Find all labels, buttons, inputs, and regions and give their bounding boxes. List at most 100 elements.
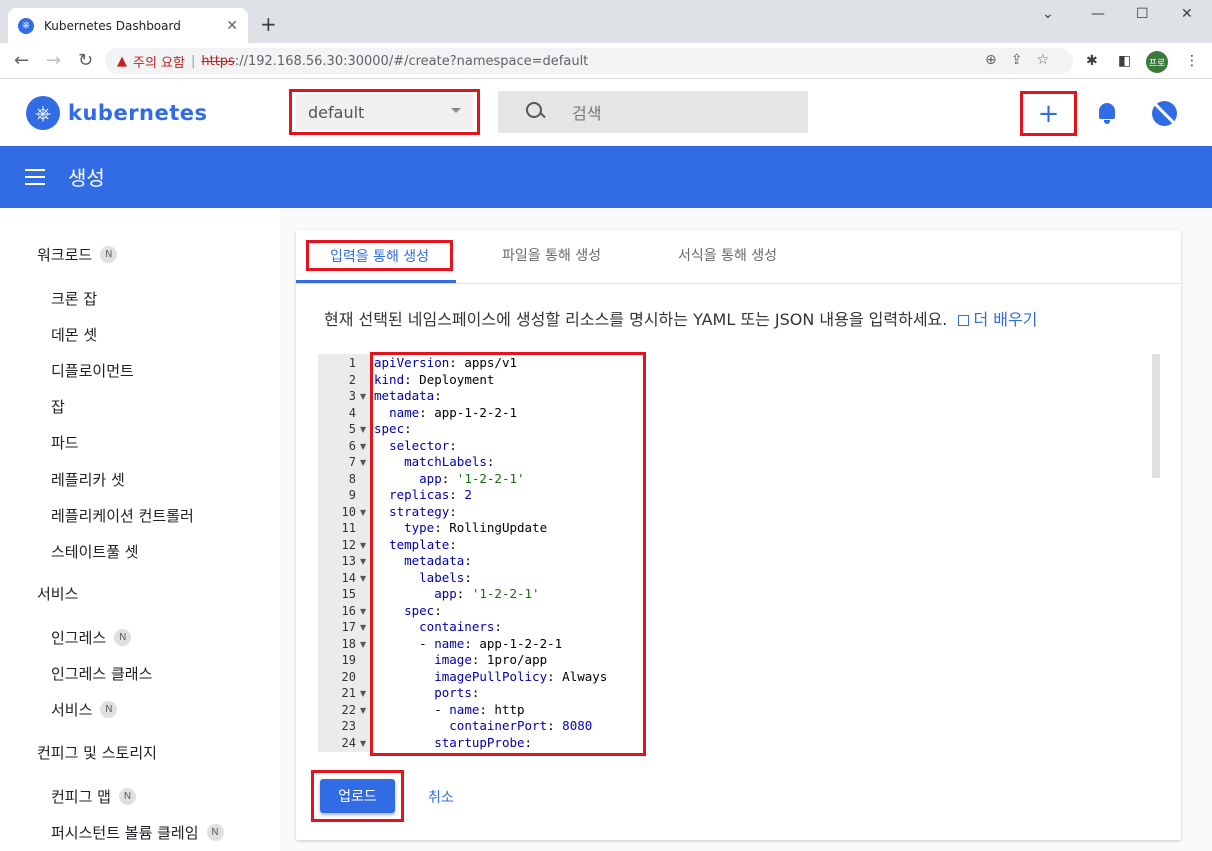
fold-arrow-icon[interactable]: ▼: [360, 623, 366, 632]
sidebar-item-cronjobs[interactable]: 크론 잡: [51, 288, 97, 309]
browser-tab-title: Kubernetes Dashboard: [44, 18, 181, 33]
browser-tab-bar: ⎈ Kubernetes Dashboard ✕ + ⌄ — ☐ ✕: [0, 0, 1212, 43]
fold-arrow-icon[interactable]: ▼: [360, 541, 366, 550]
url-scheme: https: [201, 53, 235, 69]
sidebar-item-label: 크론 잡: [51, 290, 98, 308]
section-label: 컨피그 및 스토리지: [37, 744, 157, 762]
browser-tab[interactable]: ⎈ Kubernetes Dashboard ✕: [8, 8, 248, 43]
line-number: 8: [348, 471, 356, 486]
line-number: 2: [348, 372, 356, 387]
side-panel-icon[interactable]: ◧: [1118, 53, 1131, 69]
sidebar-item-label: 퍼시스턴트 볼륨 클레임: [51, 824, 199, 842]
url-separator: |: [190, 53, 196, 69]
kubernetes-logo[interactable]: ⎈ kubernetes: [26, 96, 208, 130]
sidebar-item-label: 레플리케이션 컨트롤러: [51, 507, 194, 525]
line-number: 19: [341, 653, 356, 667]
sidebar-item-services[interactable]: 서비스 N: [51, 699, 118, 720]
more-menu-icon[interactable]: ⋮: [1185, 53, 1199, 69]
new-tab-icon[interactable]: +: [260, 12, 277, 36]
minimize-icon[interactable]: —: [1091, 6, 1105, 22]
close-window-icon[interactable]: ✕: [1181, 6, 1193, 22]
fold-arrow-icon[interactable]: ▼: [360, 442, 366, 451]
line-number: 5: [348, 422, 356, 436]
new-badge: N: [100, 246, 118, 263]
fold-arrow-icon[interactable]: ▼: [360, 458, 366, 467]
forward-icon[interactable]: →: [46, 50, 61, 71]
active-tab-indicator: [296, 280, 456, 283]
editor-scrollbar[interactable]: [1152, 354, 1160, 478]
tab-search-icon[interactable]: ⌄: [1042, 6, 1054, 22]
fold-arrow-icon[interactable]: ▼: [360, 574, 366, 583]
create-resource-button[interactable]: +: [1020, 91, 1077, 136]
sidebar-item-replicasets[interactable]: 레플리카 셋: [51, 469, 125, 490]
line-number: 13: [341, 554, 356, 568]
namespace-selector[interactable]: default: [296, 94, 473, 130]
line-number: 9: [348, 488, 356, 502]
new-badge: N: [118, 788, 136, 805]
fold-arrow-icon[interactable]: ▼: [360, 557, 366, 566]
omnibox-actions-icon[interactable]: ⊕⇪☆: [985, 52, 1063, 68]
extensions-icon[interactable]: ✱: [1086, 53, 1098, 69]
learn-more-link[interactable]: 더 배우기: [973, 310, 1037, 329]
sidebar-section-config-storage[interactable]: 컨피그 및 스토리지: [37, 742, 157, 763]
sidebar-section-workloads[interactable]: 워크로드 N: [37, 244, 118, 265]
close-tab-icon[interactable]: ✕: [226, 18, 238, 34]
sidebar-item-deployments[interactable]: 디플로이먼트: [51, 360, 134, 381]
line-number: 17: [341, 620, 356, 634]
tab-create-from-file[interactable]: 파일을 통해 생성: [502, 245, 601, 265]
sidebar-item-ingresses[interactable]: 인그레스 N: [51, 627, 132, 648]
search-icon: [526, 102, 546, 122]
search-bar[interactable]: 검색: [498, 91, 808, 133]
sidebar-item-pvcs[interactable]: 퍼시스턴트 볼륨 클레임 N: [51, 822, 224, 843]
notification-bell-icon[interactable]: [1097, 101, 1117, 125]
cancel-button[interactable]: 취소: [428, 787, 454, 807]
fold-arrow-icon[interactable]: ▼: [360, 425, 366, 434]
page-toolbar: 생성: [0, 146, 1212, 208]
sidebar-item-statefulsets[interactable]: 스테이트풀 셋: [51, 541, 139, 562]
fold-arrow-icon[interactable]: ▼: [360, 508, 366, 517]
upload-button[interactable]: 업로드: [320, 779, 395, 813]
sidebar-section-services[interactable]: 서비스: [37, 583, 78, 604]
dropdown-caret-icon: [451, 108, 461, 113]
fold-arrow-icon[interactable]: ▼: [360, 640, 366, 649]
fold-arrow-icon[interactable]: ▼: [360, 739, 366, 748]
tab-create-from-form[interactable]: 서식을 통해 생성: [678, 245, 777, 265]
reload-icon[interactable]: ↻: [78, 50, 93, 71]
sidebar-item-jobs[interactable]: 잡: [51, 396, 65, 417]
fold-arrow-icon[interactable]: ▼: [360, 607, 366, 616]
sidebar-item-label: 스테이트풀 셋: [51, 543, 139, 561]
sidebar-item-ingressclasses[interactable]: 인그레스 클래스: [51, 663, 152, 684]
security-warning[interactable]: 주의 요함: [133, 52, 185, 71]
line-number: 7: [348, 455, 356, 469]
profile-avatar[interactable]: 프로: [1146, 51, 1168, 73]
back-icon[interactable]: ←: [14, 50, 29, 71]
url-field[interactable]: ▲ 주의 요함 | https ://192.168.56.30:30000/#…: [105, 48, 1073, 74]
sidebar-item-replicationcontrollers[interactable]: 레플리케이션 컨트롤러: [51, 505, 194, 526]
section-label: 서비스: [37, 585, 79, 603]
sidebar-item-label: 인그레스 클래스: [51, 665, 153, 683]
instruction-text: 현재 선택된 네임스페이스에 생성할 리소스를 명시하는 YAML 또는 JSO…: [324, 306, 1037, 330]
hamburger-menu-icon[interactable]: [25, 169, 45, 185]
namespace-selector-highlight: default: [289, 89, 480, 135]
maximize-icon[interactable]: ☐: [1136, 6, 1149, 22]
sidebar-item-daemonsets[interactable]: 데몬 셋: [51, 324, 97, 345]
kubernetes-wheel-icon: ⎈: [26, 96, 60, 130]
editor-gutter: 1 2 3 ▼ 4 5 ▼ 6 ▼ 7 ▼ 8 9 10 ▼ 11 12 ▼ 13 ▼ 14 ▼…: [318, 354, 370, 752]
search-placeholder: 검색: [572, 104, 602, 123]
sidebar-item-pods[interactable]: 파드: [51, 432, 79, 453]
sidebar-item-configmaps[interactable]: 컨피그 맵 N: [51, 786, 136, 807]
url-text: ://192.168.56.30:30000/#/create?namespac…: [234, 53, 589, 69]
line-number: 16: [341, 603, 356, 618]
sidebar-item-label: 데몬 셋: [51, 326, 98, 344]
tab-create-from-input[interactable]: 입력을 통해 생성: [306, 240, 453, 271]
user-logout-icon[interactable]: [1152, 101, 1177, 126]
fold-arrow-icon[interactable]: ▼: [360, 689, 366, 698]
line-number: 10: [341, 504, 356, 519]
line-number: 20: [341, 669, 356, 684]
sidebar-item-label: 디플로이먼트: [51, 362, 134, 380]
warning-icon: ▲: [117, 53, 127, 69]
fold-arrow-icon[interactable]: ▼: [360, 392, 366, 401]
fold-arrow-icon[interactable]: ▼: [360, 706, 366, 715]
new-badge: N: [114, 629, 132, 646]
line-number: 3: [348, 389, 356, 403]
